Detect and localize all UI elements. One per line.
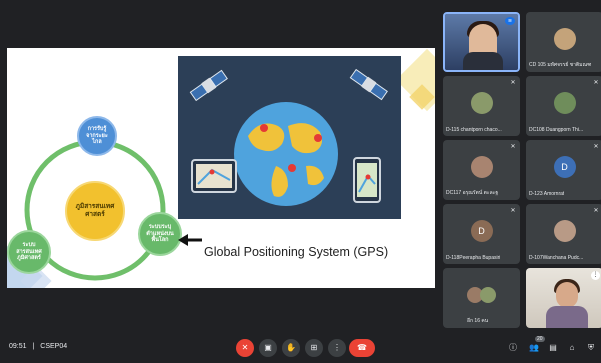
participant-tile[interactable]: ✕ D-115 chantporn chaco... (443, 76, 520, 136)
meeting-info: 09:51 | CSEP04 (9, 343, 67, 350)
participant-name: DC117 อรุณรัตน์ ตะละฐ (446, 190, 499, 196)
participant-name: D-118Peerapha Bupasiri (446, 255, 501, 261)
participant-tile[interactable]: ✕ D-107Wanchana Pudc... (526, 204, 601, 264)
mic-off-icon: ✕ (593, 208, 599, 214)
cycle-node-gis: ระบบสารสนเทศภูมิศาสตร์ (7, 230, 51, 274)
avatar: D (470, 220, 493, 242)
participant-tile[interactable]: ✕ D D-123 Amornrat (526, 140, 601, 200)
participant-tile[interactable]: ✕ D D-118Peerapha Bupasiri (443, 204, 520, 264)
avatar (553, 92, 576, 114)
avatar (553, 220, 576, 242)
presentation-slide: ภูมิสารสนเทศศาสตร์ การรับรู้จากระยะไกล ร… (7, 48, 435, 288)
participant-tile[interactable]: ✕ DC108 Duangporn Thi... (526, 76, 601, 136)
participant-name: D-107Wanchana Pudc... (529, 255, 584, 261)
avatar (553, 28, 576, 50)
people-icon[interactable]: 👥 (528, 342, 540, 354)
raise-hand-button[interactable]: ✋ (282, 339, 300, 357)
participant-name: DC108 Duangporn Thi... (529, 127, 584, 133)
chat-icon[interactable]: ▤ (547, 342, 559, 354)
avatar (470, 92, 493, 114)
mic-off-icon: ✕ (510, 80, 516, 86)
present-button[interactable]: ⊞ (305, 339, 323, 357)
camera-toggle-button[interactable]: ▣ (259, 339, 277, 357)
info-icon[interactable]: ⓘ (507, 342, 519, 354)
participant-name: D-123 Amornrat (529, 191, 565, 197)
arrow-icon (178, 234, 202, 246)
audio-wave-icon: ≋ (505, 17, 515, 25)
avatar (470, 156, 493, 178)
host-controls-icon[interactable]: ⛨ (585, 342, 597, 354)
participant-name: CD 105 มหัศจรรย์ ชาติมณฑ (529, 62, 592, 68)
meeting-code: CSEP04 (40, 343, 68, 350)
meeting-toolbar: 09:51 | CSEP04 ✕ ▣ ✋ ⊞ ⋮ ☎ ⓘ 👥 20 ▤ ⌂ ⛨ (0, 333, 601, 363)
participant-tile-speaker[interactable]: ≋ (443, 12, 520, 72)
cycle-node-gps: ระบบระบุตำแหน่งบนพื้นโลก (138, 212, 182, 256)
mic-off-icon: ✕ (593, 144, 599, 150)
activities-icon[interactable]: ⌂ (566, 342, 578, 354)
participant-tile[interactable]: CD 105 มหัศจรรย์ ชาติมณฑ (526, 12, 601, 72)
mic-off-icon: ✕ (510, 208, 516, 214)
separator: | (32, 343, 35, 350)
clock-time: 09:51 (9, 343, 27, 350)
more-options-icon[interactable]: ⋮ (591, 271, 600, 280)
leave-call-button[interactable]: ☎ (349, 339, 375, 357)
avatar: D (553, 156, 576, 178)
mic-toggle-button[interactable]: ✕ (236, 339, 254, 357)
geoinformatics-cycle-diagram: ภูมิสารสนเทศศาสตร์ การรับรู้จากระยะไกล ร… (7, 48, 197, 288)
mic-off-icon: ✕ (510, 144, 516, 150)
gps-illustration (178, 56, 401, 219)
cycle-node-center: ภูมิสารสนเทศศาสตร์ (65, 181, 125, 241)
mic-off-icon: ✕ (593, 80, 599, 86)
avatar (479, 287, 496, 303)
meet-window: ภูมิสารสนเทศศาสตร์ การรับรู้จากระยะไกล ร… (0, 0, 601, 363)
participant-count-badge: 20 (535, 336, 545, 342)
participant-tile-more[interactable]: อีก 16 คน (443, 268, 520, 328)
participant-name: D-115 chantporn chaco... (446, 127, 502, 133)
self-camera-tile[interactable]: ⋮ (526, 268, 601, 328)
cycle-node-remote-sensing: การรับรู้จากระยะไกล (77, 116, 117, 156)
more-options-button[interactable]: ⋮ (328, 339, 346, 357)
gps-caption: Global Positioning System (GPS) (204, 245, 389, 259)
more-participants-label: อีก 16 คน (467, 318, 489, 324)
participant-tile[interactable]: ✕ DC117 อรุณรัตน์ ตะละฐ (443, 140, 520, 200)
